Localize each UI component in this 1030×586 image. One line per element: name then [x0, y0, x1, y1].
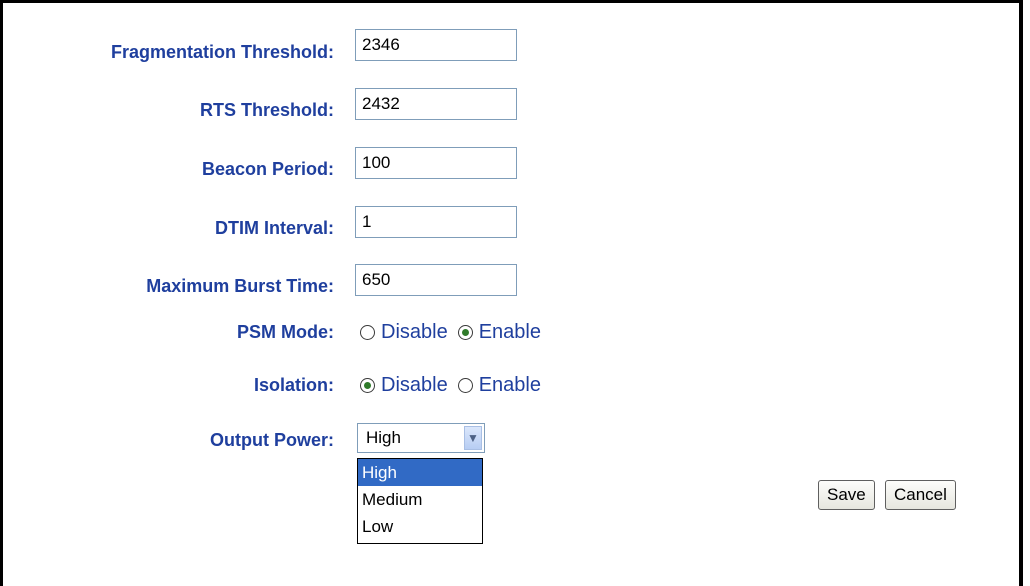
fragmentation-threshold-label: Fragmentation Threshold:	[110, 42, 334, 62]
psm-mode-radio-group: Disable Enable	[360, 319, 551, 345]
maximum-burst-time-label: Maximum Burst Time:	[146, 276, 334, 296]
isolation-enable-radio[interactable]	[457, 377, 473, 393]
chevron-down-icon[interactable]: ▼	[464, 426, 482, 450]
output-power-dropdown: High Medium Low	[357, 458, 483, 544]
output-power-label: Output Power:	[210, 430, 334, 450]
dropdown-option-low[interactable]: Low	[358, 513, 482, 540]
maximum-burst-time-input[interactable]	[355, 264, 517, 296]
psm-enable-option[interactable]: Enable	[457, 320, 541, 344]
isolation-disable-label: Disable	[381, 373, 448, 396]
isolation-enable-label: Enable	[478, 373, 541, 396]
dtim-interval-input[interactable]	[355, 206, 517, 238]
psm-enable-label: Enable	[478, 320, 541, 343]
psm-disable-label: Disable	[381, 320, 448, 343]
beacon-period-input[interactable]	[355, 147, 517, 179]
save-button[interactable]: Save	[818, 480, 875, 510]
isolation-radio-group: Disable Enable	[360, 372, 551, 398]
dropdown-option-medium[interactable]: Medium	[358, 486, 482, 513]
fragmentation-threshold-input[interactable]	[355, 29, 517, 61]
isolation-disable-radio[interactable]	[360, 377, 375, 393]
isolation-label: Isolation:	[254, 375, 334, 395]
beacon-period-label: Beacon Period:	[201, 159, 334, 179]
output-power-value: High	[366, 428, 401, 447]
psm-enable-radio[interactable]	[457, 324, 473, 340]
psm-mode-label: PSM Mode:	[237, 322, 334, 342]
output-power-select[interactable]: High ▼	[357, 423, 485, 453]
rts-threshold-input[interactable]	[355, 88, 517, 120]
isolation-disable-option[interactable]: Disable	[360, 374, 448, 397]
cancel-button[interactable]: Cancel	[885, 480, 956, 510]
psm-disable-option[interactable]: Disable	[360, 321, 448, 344]
rts-threshold-label: RTS Threshold:	[200, 100, 334, 120]
dropdown-option-high[interactable]: High	[358, 459, 482, 486]
psm-disable-radio[interactable]	[360, 324, 375, 340]
dtim-interval-label: DTIM Interval:	[214, 218, 334, 238]
isolation-enable-option[interactable]: Enable	[457, 373, 541, 397]
